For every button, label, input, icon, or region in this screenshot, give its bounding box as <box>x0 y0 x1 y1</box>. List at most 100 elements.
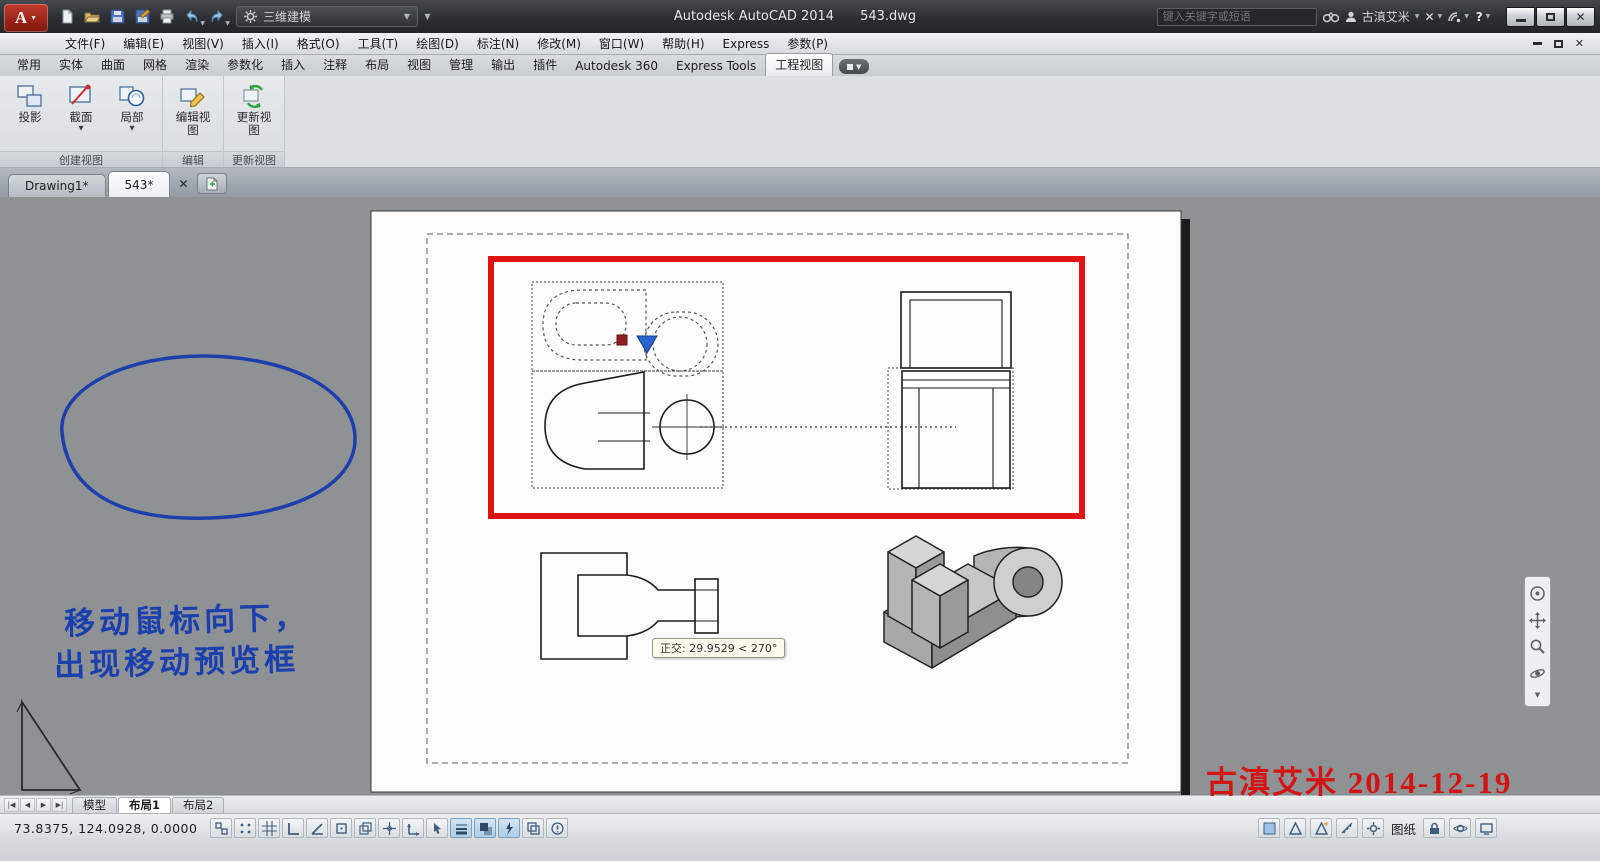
annotation-monitor-icon[interactable] <box>546 818 568 838</box>
ribbon-tab-annotate[interactable]: 注释 <box>314 54 356 76</box>
menu-modify[interactable]: 修改(M) <box>528 33 590 54</box>
new-file-button[interactable] <box>56 6 78 28</box>
quick-properties-icon[interactable] <box>498 818 520 838</box>
next-layout-button[interactable]: ▶ <box>36 798 51 812</box>
projection-view-button[interactable]: 投影 <box>7 80 53 124</box>
ribbon-tab-insert[interactable]: 插入 <box>272 54 314 76</box>
isolate-objects-icon[interactable] <box>1449 818 1471 838</box>
restore-button[interactable] <box>1536 7 1565 27</box>
ribbon-tab-plugins[interactable]: 插件 <box>524 54 566 76</box>
snap-icon[interactable] <box>234 818 256 838</box>
qat-customize-button[interactable]: ▼ <box>420 6 435 27</box>
grid-icon[interactable] <box>258 818 280 838</box>
paper-space-label[interactable]: 图纸 <box>1391 819 1416 838</box>
close-button[interactable]: ✕ <box>1566 7 1595 27</box>
menu-help[interactable]: 帮助(H) <box>653 33 713 54</box>
search-input[interactable] <box>1163 10 1311 23</box>
model-paper-toggle-icon[interactable] <box>1258 818 1280 838</box>
annotation-scale-icon[interactable] <box>1336 818 1358 838</box>
clean-screen-icon[interactable] <box>1475 818 1497 838</box>
menu-edit[interactable]: 编辑(E) <box>114 33 173 54</box>
section-view-button[interactable]: 截面 ▼ <box>58 80 104 132</box>
menu-insert[interactable]: 插入(I) <box>233 33 288 54</box>
ribbon-tab-autodesk360[interactable]: Autodesk 360 <box>566 57 667 76</box>
communication-center-button[interactable]: ▼ <box>1447 7 1469 27</box>
exchange-apps-button[interactable]: ✕▼ <box>1424 7 1442 27</box>
ribbon-tab-view[interactable]: 视图 <box>398 54 440 76</box>
redo-button[interactable]: ▼ <box>206 6 228 28</box>
annotation-visibility-icon[interactable] <box>1284 818 1306 838</box>
object-track-icon[interactable] <box>378 818 400 838</box>
polar-tracking-icon[interactable] <box>306 818 328 838</box>
chevron-down-icon[interactable]: ▼ <box>1535 691 1540 699</box>
viewport-lock-icon[interactable] <box>1423 818 1445 838</box>
search-button[interactable] <box>1322 7 1340 27</box>
tab-model[interactable]: 模型 <box>72 797 117 813</box>
ribbon-tab-drawing-views[interactable]: 工程视图 <box>765 53 833 76</box>
drawing-canvas[interactable]: 移动鼠标向下， 出现移动预览框 正交: 29.9529 < 270° 命令: *… <box>0 197 1600 795</box>
navigation-wheel-icon[interactable] <box>1528 584 1547 603</box>
ortho-icon[interactable] <box>282 818 304 838</box>
ribbon-tab-output[interactable]: 输出 <box>482 54 524 76</box>
zoom-icon[interactable] <box>1528 637 1547 656</box>
menu-file[interactable]: 文件(F) <box>56 33 114 54</box>
tab-layout1[interactable]: 布局1 <box>118 797 171 813</box>
edit-view-button[interactable]: 编辑视图 <box>170 80 216 137</box>
menu-format[interactable]: 格式(O) <box>288 33 349 54</box>
close-tab-button[interactable]: ✕ <box>178 177 188 191</box>
ribbon-tab-parametric[interactable]: 参数化 <box>218 54 272 76</box>
sign-in-menu[interactable]: 古滇艾米 ▼ <box>1345 8 1420 25</box>
file-tab-drawing1[interactable]: Drawing1* <box>8 174 106 197</box>
osnap-icon[interactable] <box>330 818 352 838</box>
menu-view[interactable]: 视图(V) <box>173 33 233 54</box>
doc-minimize-button[interactable] <box>1533 42 1542 45</box>
app-menu-button[interactable]: A▼ <box>4 4 48 32</box>
help-search-box[interactable] <box>1157 8 1317 26</box>
save-as-button[interactable] <box>131 6 153 28</box>
ribbon-tab-solid[interactable]: 实体 <box>50 54 92 76</box>
workspace-switch-icon[interactable] <box>1362 818 1384 838</box>
save-button[interactable] <box>106 6 128 28</box>
menu-draw[interactable]: 绘图(D) <box>407 33 468 54</box>
menu-tools[interactable]: 工具(T) <box>349 33 408 54</box>
infer-constraints-icon[interactable] <box>210 818 232 838</box>
open-file-button[interactable] <box>81 6 103 28</box>
menu-dimension[interactable]: 标注(N) <box>468 33 528 54</box>
file-tab-543[interactable]: 543* <box>108 171 171 197</box>
lineweight-icon[interactable] <box>450 818 472 838</box>
annotation-autoscale-icon[interactable] <box>1310 818 1332 838</box>
menu-window[interactable]: 窗口(W) <box>590 33 653 54</box>
selection-cycling-icon[interactable] <box>522 818 544 838</box>
menu-parametric[interactable]: 参数(P) <box>778 33 837 54</box>
pan-icon[interactable] <box>1528 611 1547 630</box>
ribbon-tab-render[interactable]: 渲染 <box>176 54 218 76</box>
tab-layout2[interactable]: 布局2 <box>172 797 224 813</box>
prev-layout-button[interactable]: ◀ <box>20 798 35 812</box>
plot-button[interactable] <box>156 6 178 28</box>
ribbon-tab-layout[interactable]: 布局 <box>356 54 398 76</box>
ducs-icon[interactable] <box>402 818 424 838</box>
undo-button[interactable]: ▼ <box>181 6 203 28</box>
ribbon-tab-express-tools[interactable]: Express Tools <box>667 57 765 76</box>
navigation-bar[interactable]: ▼ <box>1524 576 1551 707</box>
ribbon-tab-surface[interactable]: 曲面 <box>92 54 134 76</box>
ribbon-tab-mesh[interactable]: 网格 <box>134 54 176 76</box>
ribbon-tab-manage[interactable]: 管理 <box>440 54 482 76</box>
orbit-icon[interactable] <box>1528 664 1547 683</box>
last-layout-button[interactable]: ▶| <box>52 798 67 812</box>
doc-close-button[interactable]: ✕ <box>1575 37 1584 50</box>
workspace-dropdown[interactable]: 三维建模 ▼ <box>236 6 418 27</box>
new-drawing-button[interactable] <box>197 173 227 194</box>
minimize-button[interactable] <box>1506 7 1535 27</box>
transparency-icon[interactable] <box>474 818 496 838</box>
ribbon-tab-home[interactable]: 常用 <box>8 54 50 76</box>
ribbon-options-button[interactable]: ▼ <box>839 59 869 74</box>
menu-express[interactable]: Express <box>714 33 779 54</box>
osnap-3d-icon[interactable] <box>354 818 376 838</box>
dynamic-input-icon[interactable] <box>426 818 448 838</box>
doc-restore-button[interactable] <box>1554 40 1563 48</box>
update-view-button[interactable]: 更新视图 <box>231 80 277 137</box>
first-layout-button[interactable]: |◀ <box>4 798 19 812</box>
help-button[interactable]: ?▼ <box>1474 7 1492 27</box>
detail-view-button[interactable]: 局部 ▼ <box>109 80 155 132</box>
